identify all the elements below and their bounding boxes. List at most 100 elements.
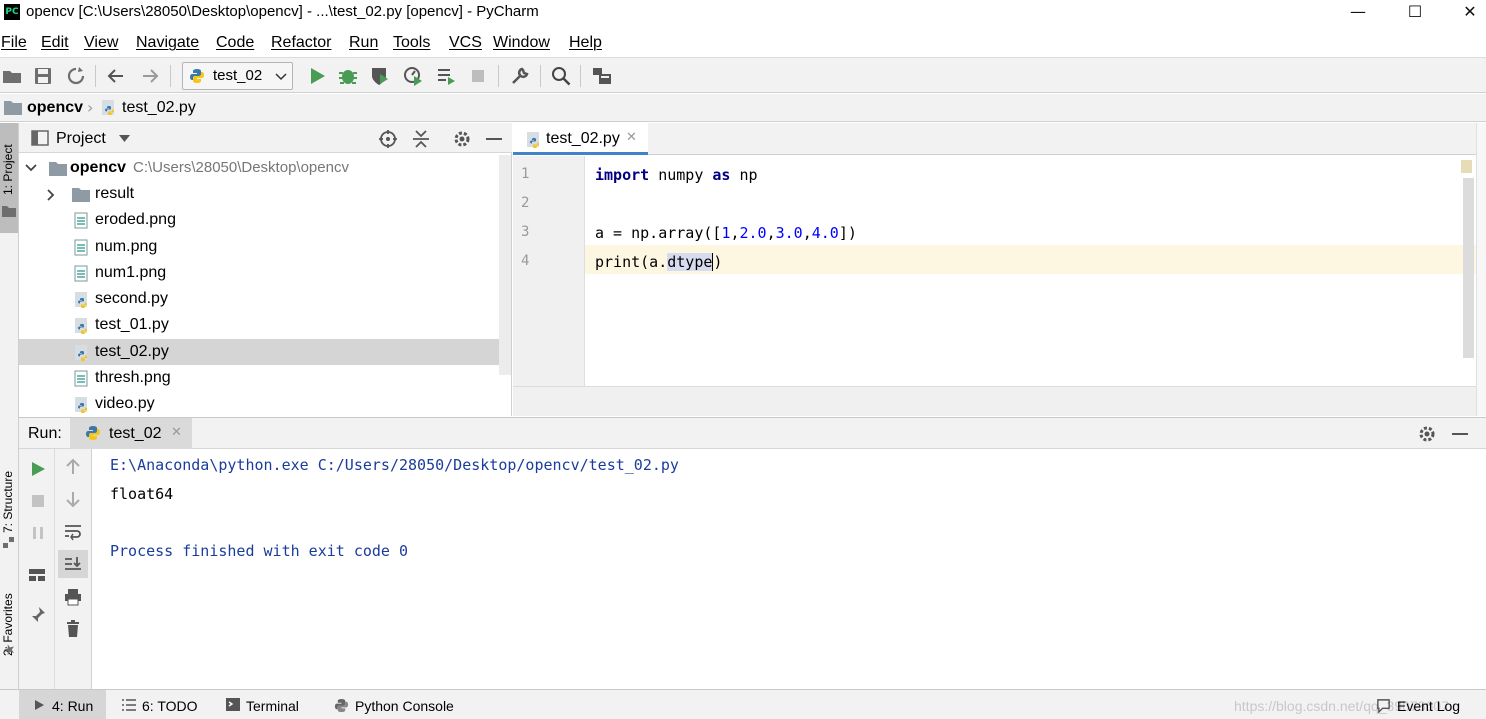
python-icon: [86, 426, 100, 440]
restore-layout-icon[interactable]: [27, 565, 47, 585]
tree-item-label: video.py: [95, 395, 155, 412]
close-tab-icon[interactable]: ✕: [626, 130, 637, 145]
editor-scrollbar[interactable]: [1463, 178, 1474, 358]
bottom-tool-bar: 4: Run 6: TODO Terminal Python Console h…: [0, 689, 1486, 719]
tree-item-label: thresh.png: [95, 369, 171, 386]
window-title: opencv [C:\Users\28050\Desktop\opencv] -…: [26, 3, 539, 20]
line-number-gutter: 1 2 3 4: [513, 156, 585, 386]
python-file-icon: [75, 397, 87, 413]
tree-item-num-png[interactable]: num.png: [19, 234, 499, 260]
code-editor[interactable]: import numpy as np a = np.array([1,2.0,3…: [585, 156, 1476, 386]
minimize-icon[interactable]: —: [1334, 0, 1382, 26]
console-command-line: E:\Anaconda\python.exe C:/Users/28050/De…: [110, 456, 679, 474]
collapse-all-icon[interactable]: [412, 129, 430, 149]
project-structure-icon[interactable]: [591, 65, 613, 87]
code-line-4: print(a.dtype): [595, 253, 723, 271]
event-log-tool-tab[interactable]: Event Log: [1397, 698, 1460, 714]
save-icon[interactable]: [32, 65, 54, 87]
menu-navigate[interactable]: Navigate: [136, 34, 199, 52]
tree-item-video-py[interactable]: video.py: [19, 391, 499, 417]
breadcrumb-file[interactable]: test_02.py: [122, 99, 196, 117]
python-file-icon: [75, 318, 87, 334]
run-tab-label: test_02: [109, 425, 162, 442]
terminal-icon: [226, 698, 240, 711]
up-arrow-icon[interactable]: [63, 457, 83, 477]
tree-root-path: C:\Users\28050\Desktop\opencv: [133, 159, 349, 176]
code-line-3: a = np.array([1,2.0,3.0,4.0]): [595, 224, 857, 242]
analysis-status-marker[interactable]: [1461, 160, 1472, 173]
menu-file[interactable]: File: [1, 34, 27, 52]
run-console-output[interactable]: E:\Anaconda\python.exe C:/Users/28050/De…: [92, 449, 1486, 689]
line-number: 2: [521, 195, 530, 211]
hide-minus-icon[interactable]: [485, 129, 503, 149]
chevron-down-icon[interactable]: [119, 135, 130, 143]
editor-tab-test02[interactable]: test_02.py ✕: [513, 123, 648, 155]
terminal-tool-tab[interactable]: Terminal: [246, 698, 299, 714]
trash-icon[interactable]: [63, 619, 83, 639]
back-arrow-icon[interactable]: [105, 65, 127, 87]
run-tab-test02[interactable]: test_02 ✕: [70, 418, 192, 449]
tree-item-eroded-png[interactable]: eroded.png: [19, 207, 499, 233]
open-folder-icon[interactable]: [1, 65, 23, 87]
close-icon[interactable]: ✕: [1446, 0, 1486, 26]
wrench-icon[interactable]: [509, 65, 531, 87]
tree-item-num1-png[interactable]: num1.png: [19, 260, 499, 286]
hide-minus-icon[interactable]: [1451, 424, 1469, 444]
close-tab-icon[interactable]: ✕: [171, 425, 182, 440]
pin-icon[interactable]: [27, 605, 47, 625]
project-tool-tab[interactable]: 1: Project: [0, 123, 18, 233]
maximize-icon[interactable]: ☐: [1391, 0, 1439, 26]
chevron-right-icon[interactable]: [47, 189, 55, 201]
python-file-icon: [102, 100, 114, 115]
menu-help[interactable]: Help: [569, 34, 602, 52]
scroll-to-end-toggle[interactable]: [58, 550, 88, 578]
rerun-icon[interactable]: [28, 459, 48, 479]
tree-item-second-py[interactable]: second.py: [19, 286, 499, 312]
menu-edit[interactable]: Edit: [41, 34, 69, 52]
python-console-tool-tab[interactable]: Python Console: [355, 698, 454, 714]
menu-code[interactable]: Code: [216, 34, 254, 52]
tree-root-opencv[interactable]: opencv C:\Users\28050\Desktop\opencv: [19, 155, 499, 181]
tree-item-test01-py[interactable]: test_01.py: [19, 312, 499, 338]
debug-icon[interactable]: [337, 65, 359, 87]
tree-item-result[interactable]: result: [19, 181, 499, 207]
coverage-icon[interactable]: [369, 65, 391, 87]
tree-item-test02-py[interactable]: test_02.py: [19, 339, 511, 365]
tree-item-label: second.py: [95, 290, 168, 307]
menu-view[interactable]: View: [84, 34, 118, 52]
search-icon[interactable]: [550, 65, 572, 87]
folder-icon: [49, 162, 67, 176]
menu-refactor[interactable]: Refactor: [271, 34, 331, 52]
chevron-down-icon: [275, 73, 287, 81]
chevron-down-icon[interactable]: [25, 164, 37, 172]
menu-run[interactable]: Run: [349, 34, 378, 52]
print-icon[interactable]: [63, 587, 83, 607]
tree-item-thresh-png[interactable]: thresh.png: [19, 365, 499, 391]
pause-icon[interactable]: [28, 523, 48, 543]
todo-tool-tab[interactable]: 6: TODO: [142, 698, 198, 714]
structure-tool-tab[interactable]: 7: Structure: [0, 453, 18, 553]
gear-icon[interactable]: [1417, 424, 1437, 444]
down-arrow-icon[interactable]: [63, 489, 83, 509]
menu-window[interactable]: Window: [493, 34, 550, 52]
breadcrumb-project[interactable]: opencv: [27, 99, 83, 117]
stop-icon[interactable]: [28, 491, 48, 511]
menu-tools[interactable]: Tools: [393, 34, 430, 52]
run-tool-tab[interactable]: 4: Run: [19, 690, 106, 719]
run-icon[interactable]: [306, 65, 328, 87]
run-configuration-select[interactable]: test_02: [182, 62, 293, 90]
tree-item-label: eroded.png: [95, 211, 176, 228]
forward-arrow-icon[interactable]: [139, 65, 161, 87]
run-label: Run:: [28, 425, 62, 442]
project-panel-title[interactable]: Project: [56, 130, 106, 148]
concurrency-icon[interactable]: [435, 65, 457, 87]
menu-vcs[interactable]: VCS: [449, 34, 482, 52]
soft-wrap-icon[interactable]: [63, 521, 83, 541]
gear-icon[interactable]: [452, 129, 472, 149]
sync-icon[interactable]: [65, 65, 87, 87]
favorites-tool-tab[interactable]: 2: Favorites ★: [0, 578, 18, 678]
stop-icon[interactable]: [467, 65, 489, 87]
project-scrollbar[interactable]: [499, 155, 511, 375]
locate-target-icon[interactable]: [378, 129, 398, 149]
profile-icon[interactable]: [402, 65, 424, 87]
